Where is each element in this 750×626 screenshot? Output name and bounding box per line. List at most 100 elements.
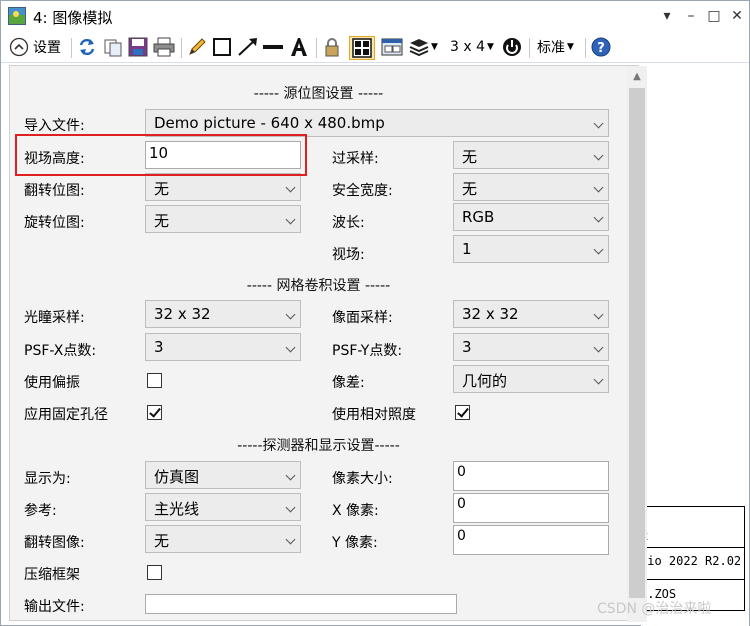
minimize-button[interactable]: –	[681, 6, 701, 26]
settings-label: 设置	[33, 40, 61, 56]
refresh-icon	[79, 38, 95, 56]
psf-y-select[interactable]: 3	[453, 333, 609, 361]
wavelength-select[interactable]: RGB	[453, 203, 609, 231]
guard-band-select[interactable]: 无	[453, 173, 609, 201]
info-divider	[638, 579, 744, 580]
field-label: 视场:	[332, 247, 365, 263]
auto-update-button[interactable]	[502, 36, 522, 58]
psf-y-label: PSF-Y点数:	[332, 343, 403, 359]
chevron-down-icon	[593, 212, 604, 223]
psf-y-value: 3	[462, 338, 472, 356]
chevron-down-icon	[285, 342, 296, 353]
watermark-text: CSDN @治治来啦	[597, 601, 712, 617]
fixed-aperture-checkbox[interactable]	[147, 405, 162, 420]
oversample-value: 无	[462, 148, 478, 166]
rotate-source-value: 无	[154, 212, 170, 230]
output-file-input[interactable]	[145, 594, 457, 614]
pixel-size-value: 0	[457, 464, 466, 480]
image-sampling-label: 像面采样:	[332, 310, 393, 326]
pixel-size-input[interactable]: 0	[453, 461, 609, 491]
arrow-button[interactable]	[237, 36, 259, 58]
app-image-icon	[8, 7, 26, 25]
suppress-frame-label: 压缩框架	[24, 567, 80, 583]
pixel-size-label: 像素大小:	[332, 471, 393, 487]
flip-image-label: 翻转图像:	[24, 535, 85, 551]
window-layout-button[interactable]	[381, 36, 403, 58]
section-source-bitmap: ----- 源位图设置 -----	[253, 86, 384, 102]
psf-x-value: 3	[154, 338, 164, 356]
close-button[interactable]: ✕	[727, 6, 747, 26]
oversample-select[interactable]: 无	[453, 141, 609, 169]
scrollbar-thumb[interactable]	[629, 88, 645, 598]
save-button[interactable]	[128, 36, 148, 58]
y-pixels-label: Y 像素:	[332, 535, 378, 551]
use-polarization-label: 使用偏振	[24, 375, 80, 391]
print-icon	[153, 37, 175, 57]
aberrations-value: 几何的	[462, 372, 508, 390]
info-line-2: dio 2022 R2.02	[640, 554, 742, 568]
image-sampling-select[interactable]: 32 x 32	[453, 300, 609, 328]
dropdown-arrow-icon: ▼	[567, 42, 574, 52]
grid-layout-button[interactable]	[349, 36, 375, 60]
copy-button[interactable]	[103, 36, 123, 58]
guard-band-value: 无	[462, 180, 478, 198]
show-as-select[interactable]: 仿真图	[145, 461, 301, 489]
rotate-source-select[interactable]: 无	[145, 205, 301, 233]
rectangle-button[interactable]	[212, 36, 232, 58]
toolbar-divider	[529, 38, 530, 58]
pupil-sampling-select[interactable]: 32 x 32	[145, 300, 301, 328]
settings-button[interactable]: 设置	[9, 36, 61, 58]
field-select[interactable]: 1	[453, 235, 609, 263]
standard-dropdown[interactable]: 标准 ▼	[537, 36, 574, 58]
aberrations-label: 像差:	[332, 375, 365, 391]
flip-image-value: 无	[154, 532, 170, 550]
copy-icon	[104, 39, 122, 57]
vertical-scrollbar[interactable]: ▲	[627, 66, 647, 622]
layers-dropdown[interactable]: ▼	[409, 36, 438, 58]
chevron-down-icon	[593, 118, 604, 129]
use-polarization-checkbox[interactable]	[147, 373, 162, 388]
y-pixels-input[interactable]: 0	[453, 525, 609, 555]
flip-source-label: 翻转位图:	[24, 183, 85, 199]
chevron-down-icon	[285, 214, 296, 225]
grid-size-dropdown[interactable]: 3 x 4 ▼	[450, 36, 494, 58]
scroll-up-arrow-icon[interactable]: ▲	[627, 66, 647, 86]
suppress-frame-checkbox[interactable]	[147, 565, 162, 580]
window-layout-icon	[381, 38, 403, 56]
x-pixels-value: 0	[457, 496, 466, 512]
chevron-down-icon	[285, 534, 296, 545]
text-button[interactable]	[289, 36, 309, 58]
flip-source-value: 无	[154, 180, 170, 198]
help-icon: ?	[591, 37, 611, 57]
pencil-button[interactable]	[187, 36, 207, 58]
chevron-down-icon	[285, 182, 296, 193]
lock-button[interactable]	[322, 36, 342, 58]
power-refresh-icon	[503, 38, 521, 56]
oversample-label: 过采样:	[332, 151, 379, 167]
psf-x-select[interactable]: 3	[145, 333, 301, 361]
line-icon	[263, 45, 283, 49]
maximize-button[interactable]: □	[704, 6, 724, 26]
x-pixels-input[interactable]: 0	[453, 493, 609, 523]
flip-image-select[interactable]: 无	[145, 525, 301, 553]
toolbar-divider	[181, 38, 182, 58]
refresh-button[interactable]	[78, 36, 96, 58]
reference-select[interactable]: 主光线	[145, 493, 301, 521]
title-bar: 4: 图像模拟 ▾ – □ ✕	[1, 1, 749, 31]
pin-dropdown-icon[interactable]: ▾	[657, 6, 677, 26]
print-button[interactable]	[153, 36, 175, 58]
toolbar-divider	[585, 38, 586, 58]
chevron-down-icon	[593, 182, 604, 193]
guard-band-label: 安全宽度:	[332, 183, 393, 199]
flip-source-select[interactable]: 无	[145, 173, 301, 201]
aberrations-select[interactable]: 几何的	[453, 365, 609, 393]
line-button[interactable]	[262, 36, 284, 58]
relative-illumination-checkbox[interactable]	[455, 405, 470, 420]
image-simulation-window: 4: 图像模拟 ▾ – □ ✕ 设置 ▼ 3 x 4 ▼ 标准 ▼ ? dio …	[0, 0, 750, 626]
chevron-down-icon	[285, 470, 296, 481]
chevron-down-icon	[593, 374, 604, 385]
help-button[interactable]: ?	[591, 36, 611, 58]
import-file-select[interactable]: Demo picture - 640 x 480.bmp	[145, 109, 609, 137]
toolbar-divider	[71, 38, 72, 58]
pencil-icon	[189, 38, 206, 55]
